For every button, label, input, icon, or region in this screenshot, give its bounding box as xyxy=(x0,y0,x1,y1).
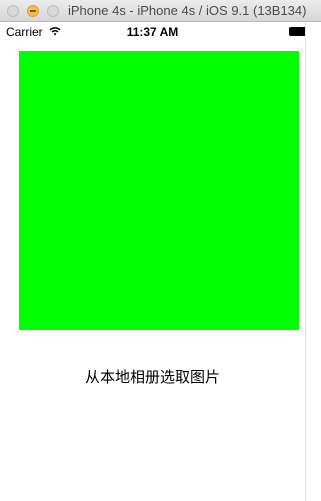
close-window-button[interactable] xyxy=(7,5,19,17)
ios-screen: Carrier 11:37 AM 从本地相册选取图片 xyxy=(0,22,313,501)
simulator-window: iPhone 4s - iPhone 4s / iOS 9.1 (13B134)… xyxy=(0,0,321,501)
window-title: iPhone 4s - iPhone 4s / iOS 9.1 (13B134) xyxy=(68,3,307,18)
image-view xyxy=(19,51,299,330)
zoom-window-button[interactable] xyxy=(47,5,59,17)
status-bar: Carrier 11:37 AM xyxy=(0,22,313,42)
status-time: 11:37 AM xyxy=(126,25,179,39)
minimize-window-button[interactable] xyxy=(27,5,39,17)
title-bar[interactable]: iPhone 4s - iPhone 4s / iOS 9.1 (13B134) xyxy=(0,0,321,22)
pick-from-album-button[interactable]: 从本地相册选取图片 xyxy=(60,362,245,392)
window-right-edge xyxy=(305,22,321,501)
